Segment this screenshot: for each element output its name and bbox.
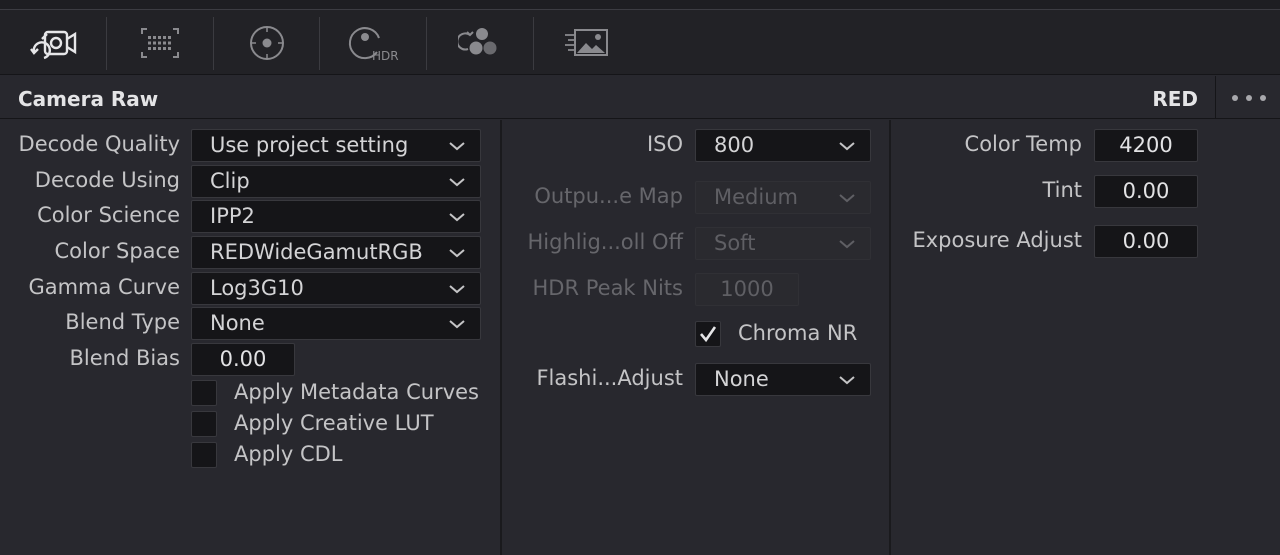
- chevron-down-icon: [449, 320, 465, 329]
- hdr-wheels-tool[interactable]: HDR: [320, 10, 426, 75]
- gamma-curve-value: Log3G10: [210, 276, 304, 300]
- color-chart-tool[interactable]: [107, 10, 213, 75]
- flashing-adjust-value: None: [714, 367, 769, 391]
- chroma-nr-label: Chroma NR: [738, 321, 858, 345]
- color-science-dropdown[interactable]: IPP2: [191, 200, 481, 233]
- chevron-down-icon: [839, 142, 855, 151]
- color-temp-label: Color Temp: [964, 132, 1082, 156]
- decode-using-label: Decode Using: [34, 168, 180, 192]
- rgb-mixer-icon: [458, 25, 502, 61]
- highlight-rolloff-value: Soft: [714, 231, 756, 255]
- chevron-down-icon: [839, 240, 855, 249]
- chroma-nr-checkbox[interactable]: [695, 321, 721, 347]
- motion-effects-tool[interactable]: [534, 10, 640, 75]
- highlight-rolloff-label: Highlig...oll Off: [527, 230, 683, 254]
- hdr-wheels-icon: HDR: [347, 22, 399, 64]
- apply-cdl-checkbox[interactable]: [191, 442, 217, 468]
- gamma-curve-dropdown[interactable]: Log3G10: [191, 272, 481, 305]
- flashing-adjust-dropdown[interactable]: None: [695, 363, 871, 396]
- flashing-adjust-label: Flashi...Adjust: [536, 366, 683, 390]
- decode-quality-label: Decode Quality: [18, 132, 180, 156]
- decode-using-value: Clip: [210, 169, 250, 193]
- color-space-label: Color Space: [54, 239, 181, 263]
- checkmark-icon: [700, 326, 717, 343]
- tint-input[interactable]: 0.00: [1094, 175, 1198, 208]
- column-divider: [889, 120, 891, 555]
- apply-cdl-label: Apply CDL: [234, 442, 343, 466]
- iso-value: 800: [714, 133, 755, 157]
- output-tone-map-value: Medium: [714, 185, 798, 209]
- apply-metadata-curves-checkbox[interactable]: [191, 380, 217, 406]
- camera-raw-icon: [27, 22, 79, 64]
- gamma-curve-label: Gamma Curve: [28, 275, 180, 299]
- color-space-value: REDWideGamutRGB: [210, 240, 423, 264]
- color-space-dropdown[interactable]: REDWideGamutRGB: [191, 236, 481, 269]
- decode-quality-value: Use project setting: [210, 133, 409, 157]
- color-wheels-icon: [248, 24, 286, 62]
- exposure-adjust-label: Exposure Adjust: [912, 228, 1082, 252]
- color-science-label: Color Science: [37, 203, 180, 227]
- iso-dropdown[interactable]: 800: [695, 129, 871, 162]
- blend-bias-label: Blend Bias: [69, 346, 180, 370]
- highlight-rolloff-dropdown: Soft: [695, 227, 871, 260]
- rgb-mixer-tool[interactable]: [427, 10, 533, 75]
- blend-type-label: Blend Type: [65, 310, 180, 334]
- color-chart-icon: [139, 26, 181, 60]
- more-options-icon[interactable]: [1232, 89, 1266, 107]
- chevron-down-icon: [839, 376, 855, 385]
- chevron-down-icon: [449, 213, 465, 222]
- camera-raw-tool[interactable]: [0, 10, 106, 75]
- panel-header: Camera Raw RED: [0, 76, 1280, 119]
- color-temp-input[interactable]: 4200: [1094, 129, 1198, 162]
- apply-metadata-curves-label: Apply Metadata Curves: [234, 380, 479, 404]
- color-wheels-tool[interactable]: [214, 10, 320, 75]
- hdr-peak-nits-label: HDR Peak Nits: [532, 276, 684, 300]
- chevron-down-icon: [449, 178, 465, 187]
- chevron-down-icon: [839, 194, 855, 203]
- output-tone-map-label: Outpu...e Map: [534, 184, 683, 208]
- chevron-down-icon: [449, 285, 465, 294]
- panel-title: Camera Raw: [18, 87, 159, 111]
- blend-bias-input[interactable]: 0.00: [191, 343, 295, 376]
- decode-quality-dropdown[interactable]: Use project setting: [191, 129, 481, 162]
- color-science-value: IPP2: [210, 204, 255, 228]
- motion-effects-icon: [563, 25, 611, 61]
- column-divider: [500, 120, 502, 555]
- hdr-peak-nits-input: 1000: [695, 273, 799, 306]
- apply-creative-lut-label: Apply Creative LUT: [234, 411, 434, 435]
- apply-creative-lut-checkbox[interactable]: [191, 411, 217, 437]
- tint-label: Tint: [1042, 178, 1082, 202]
- palette-toolbar: HDR: [0, 10, 1280, 75]
- chevron-down-icon: [449, 249, 465, 258]
- decode-using-dropdown[interactable]: Clip: [191, 165, 481, 198]
- chevron-down-icon: [449, 142, 465, 151]
- hdr-badge-text: HDR: [372, 49, 399, 63]
- header-divider: [1215, 76, 1216, 119]
- output-tone-map-dropdown: Medium: [695, 181, 871, 214]
- exposure-adjust-input[interactable]: 0.00: [1094, 225, 1198, 258]
- blend-type-dropdown[interactable]: None: [191, 307, 481, 340]
- iso-label: ISO: [646, 132, 683, 156]
- raw-format-label: RED: [1152, 87, 1198, 111]
- top-strip: [0, 0, 1280, 10]
- blend-type-value: None: [210, 311, 265, 335]
